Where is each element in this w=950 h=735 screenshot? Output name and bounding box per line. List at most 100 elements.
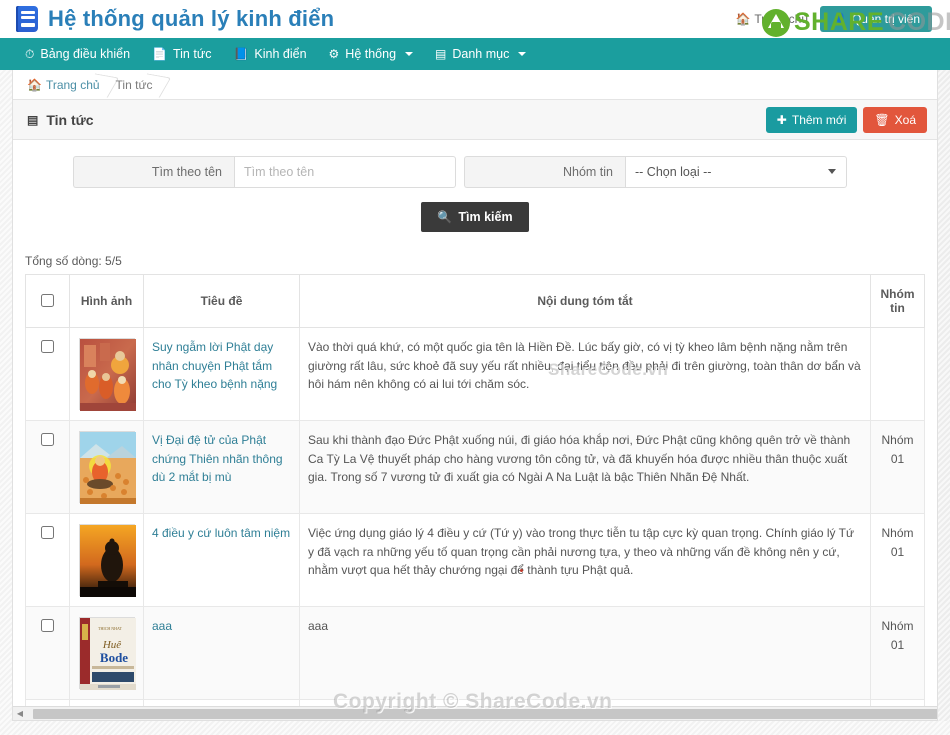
row-select-cell <box>25 327 70 421</box>
header-title: Tiêu đề <box>143 274 300 328</box>
svg-text:Bode: Bode <box>99 650 127 665</box>
chevron-down-icon <box>518 52 527 56</box>
search-group-select-wrap: -- Chọn loại -- <box>625 156 847 188</box>
row-checkbox[interactable] <box>41 619 54 632</box>
horizontal-scrollbar[interactable]: ◀ ▶ <box>13 706 937 720</box>
header-select-all <box>25 274 70 328</box>
row-checkbox[interactable] <box>41 526 54 539</box>
nav-item-news[interactable]: 📄 Tin tức <box>141 38 222 70</box>
file-text-icon: 📄 <box>152 47 167 61</box>
row-group-cell: Nhóm 01 <box>870 606 925 700</box>
search-icon: 🔍 <box>437 210 453 224</box>
search-group-select[interactable]: -- Chọn loại -- <box>625 156 847 188</box>
news-table-wrap: Hình ảnh Tiêu đề Nội dung tóm tắt Nhóm t… <box>13 274 937 720</box>
nav-item-scriptures[interactable]: 📘 Kinh điển <box>222 38 317 70</box>
breadcrumb: 🏠 Trang chủ Tin tức <box>13 70 937 100</box>
row-image-cell <box>69 420 144 514</box>
nav-label-catalog: Danh mục <box>452 47 510 61</box>
table-row[interactable]: Vị Đại đệ tử của Phật chứng Thiên nhãn t… <box>25 420 925 514</box>
row-group-cell: Nhóm 01 <box>870 513 925 607</box>
row-title-cell: aaa <box>143 606 300 700</box>
nav-label-system: Hệ thống <box>345 47 397 61</box>
search-submit-row: 🔍 Tìm kiếm <box>25 202 925 232</box>
search-group-group: Nhóm tin -- Chọn loại -- <box>456 156 925 188</box>
header-summary: Nội dung tóm tắt <box>299 274 871 328</box>
row-group-cell: Nhóm 01 <box>870 420 925 514</box>
row-title-link[interactable]: aaa <box>152 619 172 633</box>
row-title-cell: Suy ngẫm lời Phật dạy nhân chuyện Phật t… <box>143 327 300 421</box>
row-title-link[interactable]: Suy ngẫm lời Phật dạy nhân chuyện Phật t… <box>152 340 277 391</box>
breadcrumb-label-home: Trang chủ <box>45 77 100 92</box>
admin-user-label: Quản trị viên <box>851 12 920 26</box>
scroll-left-arrow[interactable]: ◀ <box>13 707 27 721</box>
row-select-cell <box>25 513 70 607</box>
breadcrumb-item-news[interactable]: Tin tức <box>112 70 165 100</box>
window-list-icon: ▤ <box>27 112 39 127</box>
row-checkbox[interactable] <box>41 340 54 353</box>
search-button-label: Tìm kiếm <box>458 210 513 224</box>
header-home-link[interactable]: 🏠 Trang chủ <box>735 12 808 26</box>
admin-user-button[interactable]: 👤 Quản trị viên <box>820 6 932 32</box>
row-title-link[interactable]: 4 điều y cứ luôn tâm niệm <box>152 526 290 540</box>
row-summary-cell: Việc ứng dụng giáo lý 4 điều y cứ (Tứ y)… <box>299 513 871 607</box>
app-page: Hệ thống quản lý kinh điển 🏠 Trang chủ 👤… <box>0 0 950 735</box>
row-image-cell <box>69 327 144 421</box>
trash-icon: 🗑 <box>874 112 890 127</box>
news-table-body: Suy ngẫm lời Phật dạy nhân chuyện Phật t… <box>25 327 925 720</box>
nav-item-catalog[interactable]: ▤ Danh mục <box>424 38 537 70</box>
required-marker <box>520 569 523 572</box>
add-new-button[interactable]: ✚ Thêm mới <box>765 106 858 133</box>
panel-title: ▤ Tin tức <box>27 112 94 128</box>
add-new-label: Thêm mới <box>791 112 847 127</box>
page-title: Hệ thống quản lý kinh điển <box>48 6 335 31</box>
delete-button[interactable]: 🗑 Xoá <box>863 106 927 133</box>
row-image-cell: THICH NHAT Huê Bode <box>69 606 144 700</box>
thumbnail-buddha-teaching-crowd <box>78 431 136 504</box>
table-row[interactable]: 4 điều y cứ luôn tâm niệm Việc ứng dụng g… <box>25 513 925 607</box>
select-all-checkbox[interactable] <box>41 294 54 307</box>
plus-icon: ✚ <box>776 112 787 127</box>
user-icon: 👤 <box>832 12 847 26</box>
panel-actions: ✚ Thêm mới 🗑 Xoá <box>765 106 927 133</box>
book-icon <box>16 6 38 32</box>
scrollbar-thumb[interactable] <box>33 708 937 719</box>
header-image: Hình ảnh <box>69 274 144 328</box>
dashboard-icon: ⏱ <box>25 47 35 61</box>
table-header-row: Hình ảnh Tiêu đề Nội dung tóm tắt Nhóm t… <box>25 274 925 328</box>
table-row[interactable]: Suy ngẫm lời Phật dạy nhân chuyện Phật t… <box>25 327 925 421</box>
content-panel: 🏠 Trang chủ Tin tức ▤ Tin tức ✚ Thêm mới… <box>12 70 938 721</box>
search-name-input[interactable] <box>234 156 456 188</box>
nav-item-system[interactable]: ⚙ Hệ thống <box>318 38 425 70</box>
panel-title-label: Tin tức <box>46 111 94 128</box>
scrollbar-track[interactable] <box>27 707 937 721</box>
row-title-cell: 4 điều y cứ luôn tâm niệm <box>143 513 300 607</box>
thumbnail-buddha-silhouette-sunset <box>78 524 136 597</box>
page-edge-texture <box>938 70 950 721</box>
list-icon: ▤ <box>435 47 447 61</box>
home-icon: 🏠 <box>735 12 751 26</box>
row-summary-cell: Vào thời quá khứ, có một quốc gia tên là… <box>299 327 871 421</box>
main-nav: ⏱ Bảng điều khiển 📄 Tin tức 📘 Kinh điển … <box>0 38 950 70</box>
brand[interactable]: Hệ thống quản lý kinh điển <box>16 6 334 32</box>
home-icon: 🏠 <box>27 77 42 92</box>
row-select-cell <box>25 420 70 514</box>
header-group: Nhóm tin <box>870 274 925 328</box>
header-right: 🏠 Trang chủ 👤 Quản trị viên <box>735 6 940 32</box>
row-title-link[interactable]: Vị Đại đệ tử của Phật chứng Thiên nhãn t… <box>152 433 283 484</box>
row-summary-cell: Sau khi thành đạo Đức Phật xuống núi, đi… <box>299 420 871 514</box>
row-summary-cell: aaa <box>299 606 871 700</box>
row-checkbox[interactable] <box>41 433 54 446</box>
table-row[interactable]: THICH NHAT Huê Bode aaa aaa Nhóm 01 <box>25 606 925 700</box>
thumbnail-monks-bathing <box>78 338 136 411</box>
breadcrumb-label-news: Tin tức <box>115 77 153 92</box>
search-button[interactable]: 🔍 Tìm kiếm <box>421 202 529 232</box>
row-title-cell: Vị Đại đệ tử của Phật chứng Thiên nhãn t… <box>143 420 300 514</box>
nav-item-dashboard[interactable]: ⏱ Bảng điều khiển <box>14 38 141 70</box>
search-name-label: Tìm theo tên <box>73 156 234 188</box>
search-form-row: Tìm theo tên Nhóm tin -- Chọn loại -- <box>25 156 925 188</box>
panel-header: ▤ Tin tức ✚ Thêm mới 🗑 Xoá <box>13 100 937 140</box>
chevron-down-icon <box>405 52 414 56</box>
breadcrumb-item-home[interactable]: 🏠 Trang chủ <box>23 70 112 100</box>
search-name-group: Tìm theo tên <box>25 156 456 188</box>
header-home-label: Trang chủ <box>754 12 808 26</box>
